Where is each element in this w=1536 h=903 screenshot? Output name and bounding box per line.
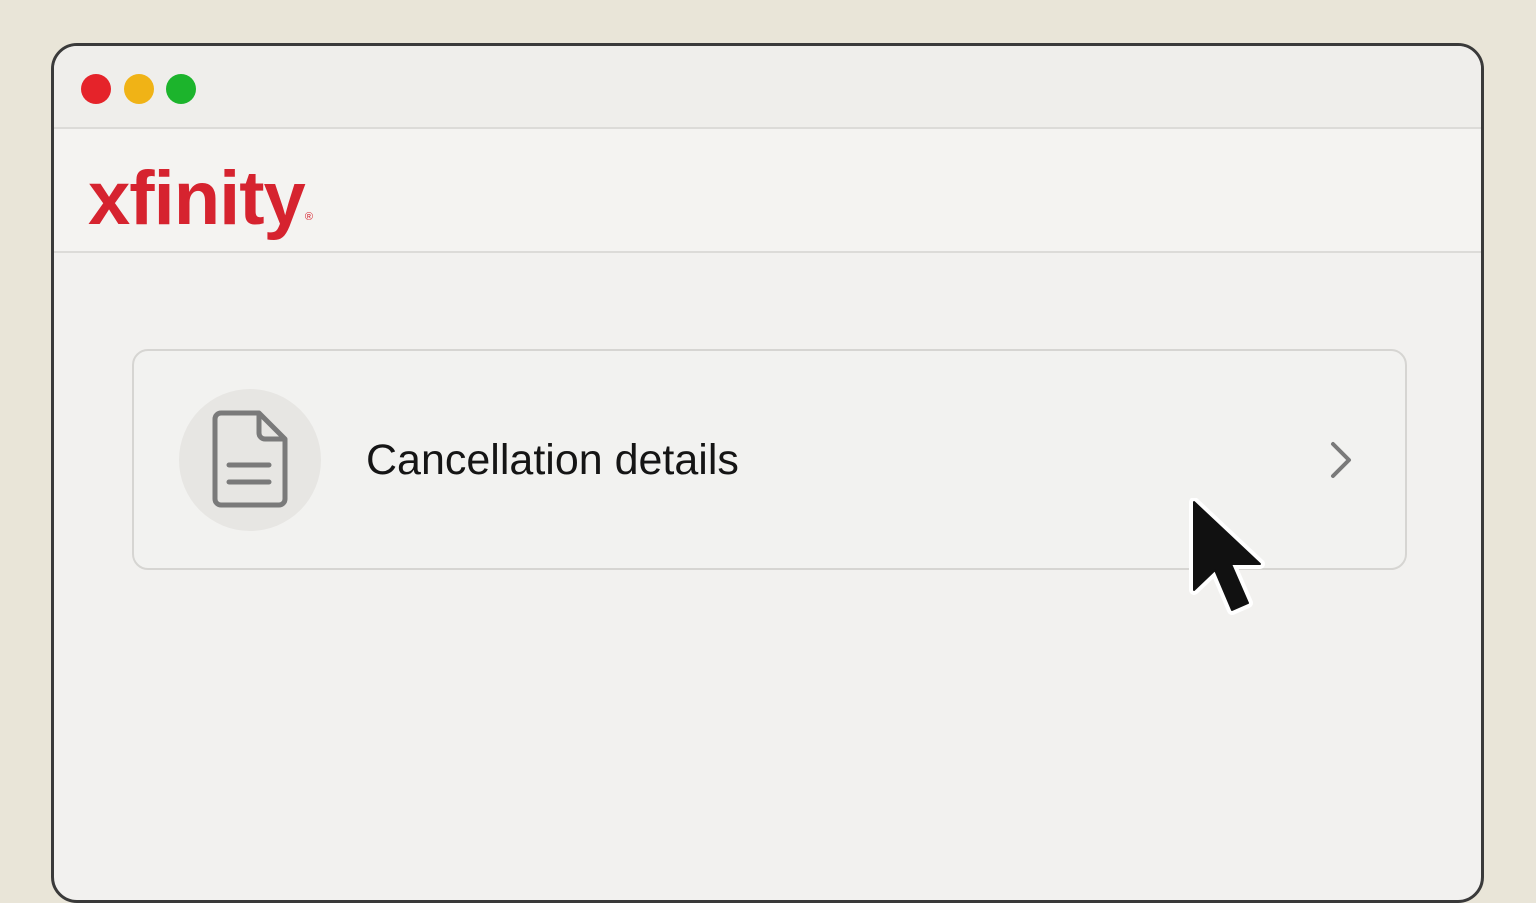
registered-mark: ® [304, 211, 313, 223]
minimize-window-button[interactable] [124, 74, 154, 104]
site-header: xfinity ® [54, 129, 1481, 253]
chevron-right-icon [1331, 442, 1351, 478]
logo-text: xfinity [88, 156, 306, 241]
document-icon [212, 410, 288, 508]
browser-window: xfinity ® Cancellation details [51, 43, 1484, 903]
window-titlebar [54, 46, 1481, 129]
close-window-button[interactable] [81, 74, 111, 104]
cancellation-details-card[interactable]: Cancellation details [132, 349, 1407, 570]
document-icon-container [179, 389, 321, 531]
xfinity-logo[interactable]: xfinity ® [88, 147, 313, 237]
zoom-window-button[interactable] [166, 74, 196, 104]
card-label: Cancellation details [366, 436, 739, 484]
